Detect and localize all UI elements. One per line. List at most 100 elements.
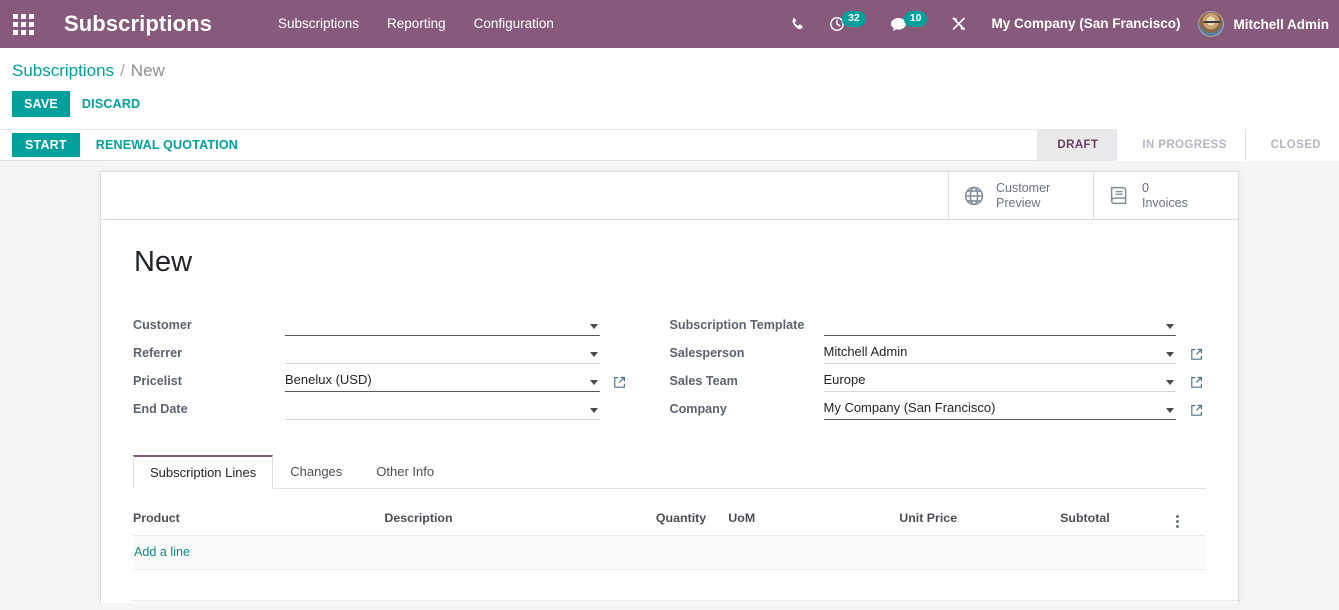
menu-item-reporting[interactable]: Reporting (373, 0, 460, 48)
tab-other-info[interactable]: Other Info (359, 455, 451, 489)
chevron-down-icon[interactable] (1166, 408, 1174, 413)
salesperson-internal-link-icon[interactable] (1186, 348, 1206, 364)
totals-strip (133, 600, 1238, 603)
menu-item-subscriptions[interactable]: Subscriptions (264, 0, 373, 48)
sales-team-value: Europe (823, 371, 866, 387)
navbar-systray: 32 10 My Company (San Francisco) Mitchel… (778, 0, 1339, 48)
chevron-down-icon[interactable] (589, 408, 598, 413)
status-bar-row: START RENEWAL QUOTATION DRAFT IN PROGRES… (0, 129, 1339, 161)
stage-status-bar: DRAFT IN PROGRESS CLOSED (1037, 129, 1339, 161)
sales-team-input[interactable]: Europe (823, 369, 1176, 392)
field-referrer-label: Referrer (133, 346, 183, 360)
avatar (1198, 11, 1225, 37)
subscription-template-input[interactable] (823, 313, 1176, 336)
messages-button[interactable]: 10 (878, 0, 940, 48)
book-icon (1108, 185, 1131, 206)
stat-button-customer-preview-text: Customer Preview (996, 181, 1050, 211)
user-name-label: Mitchell Admin (1233, 16, 1329, 32)
menu-item-configuration[interactable]: Configuration (460, 0, 568, 48)
add-a-line-link[interactable]: Add a line (134, 545, 190, 559)
stat-button-customer-preview[interactable]: Customer Preview (948, 172, 1093, 219)
chevron-down-icon[interactable] (589, 380, 598, 385)
field-sales-team-label: Sales Team (669, 374, 738, 388)
stage-in-progress[interactable]: IN PROGRESS (1116, 129, 1245, 161)
field-pricelist-label: Pricelist (133, 374, 183, 388)
salesperson-value: Mitchell Admin (823, 343, 908, 359)
breadcrumb: Subscriptions / New (0, 48, 1339, 87)
field-company-label: Company (669, 402, 727, 416)
sheet-body: New Customer Referrer Pricelist Benelux … (101, 220, 1238, 603)
discard-button[interactable]: DISCARD (70, 91, 152, 117)
start-button[interactable]: START (12, 133, 80, 157)
phone-button[interactable] (778, 0, 817, 48)
salesperson-input[interactable]: Mitchell Admin (823, 341, 1176, 364)
globe-icon (963, 185, 985, 207)
field-salesperson-label: Salesperson (669, 346, 745, 360)
debug-tools-button[interactable] (939, 0, 979, 48)
page-title: New (134, 246, 193, 278)
add-line-row[interactable]: Add a line (133, 535, 1206, 570)
chevron-down-icon[interactable] (1166, 380, 1174, 385)
column-header-quantity: Quantity (655, 489, 729, 536)
chevron-down-icon[interactable] (589, 324, 598, 329)
field-referrer: Referrer (133, 337, 630, 364)
field-customer: Customer (133, 309, 630, 336)
form-fields: Customer Referrer Pricelist Benelux (USD… (133, 309, 1206, 421)
save-button[interactable]: SAVE (12, 91, 70, 117)
notebook: Subscription Lines Changes Other Info Pr… (133, 455, 1238, 603)
chevron-down-icon[interactable] (589, 352, 598, 357)
stat-label-line1: Customer (996, 180, 1051, 195)
end-date-input[interactable] (285, 397, 600, 420)
activities-badge: 32 (842, 11, 866, 27)
user-menu[interactable]: Mitchell Admin (1192, 0, 1339, 48)
field-end-date-label: End Date (133, 402, 188, 416)
field-subscription-template: Subscription Template (670, 309, 1207, 336)
customer-input[interactable] (285, 313, 600, 336)
chevron-down-icon[interactable] (1166, 324, 1174, 329)
subscription-lines-body: Add a line (133, 535, 1206, 570)
activities-button[interactable]: 32 (817, 0, 878, 48)
pricelist-input[interactable]: Benelux (USD) (285, 369, 600, 392)
field-customer-label: Customer (133, 318, 192, 332)
add-line-cell: Add a line (133, 535, 1206, 570)
chevron-down-icon[interactable] (1166, 352, 1174, 357)
company-internal-link-icon[interactable] (1186, 404, 1206, 420)
notebook-tabs: Subscription Lines Changes Other Info (133, 455, 1206, 489)
tab-subscription-lines[interactable]: Subscription Lines (133, 455, 274, 489)
pricelist-internal-link-icon[interactable] (610, 376, 630, 392)
column-header-unit-price: Unit Price (899, 489, 1061, 536)
record-actions: SAVE DISCARD (0, 87, 1339, 129)
control-panel: Subscriptions / New SAVE DISCARD (0, 48, 1339, 129)
company-switcher[interactable]: My Company (San Francisco) (979, 0, 1192, 48)
apps-grid-icon (12, 13, 34, 35)
form-column-right: Subscription Template Salesperson Mitche… (670, 309, 1207, 421)
top-navbar: Subscriptions Subscriptions Reporting Co… (0, 0, 1339, 48)
field-pricelist: Pricelist Benelux (USD) (133, 365, 630, 392)
breadcrumb-separator: / (120, 61, 125, 80)
referrer-input[interactable] (285, 341, 600, 364)
company-input[interactable]: My Company (San Francisco) (823, 397, 1176, 420)
optional-columns-icon (1175, 515, 1179, 528)
field-salesperson: Salesperson Mitchell Admin (670, 337, 1207, 364)
lines-spacer (133, 570, 1206, 600)
form-content-area: Customer Preview 0 Invoices New Customer… (0, 161, 1339, 603)
table-header-row: Product Description Quantity UoM Unit Pr… (133, 489, 1206, 536)
stage-draft[interactable]: DRAFT (1037, 129, 1117, 161)
invoices-count: 0 (1142, 180, 1149, 195)
app-brand-title[interactable]: Subscriptions (46, 11, 228, 37)
renewal-quotation-button[interactable]: RENEWAL QUOTATION (80, 133, 254, 157)
tab-changes[interactable]: Changes (273, 455, 359, 489)
form-column-left: Customer Referrer Pricelist Benelux (USD… (133, 309, 670, 421)
invoices-label: Invoices (1142, 195, 1188, 210)
pricelist-value: Benelux (USD) (285, 371, 372, 387)
stat-button-invoices-text: 0 Invoices (1142, 181, 1188, 211)
sales-team-internal-link-icon[interactable] (1186, 376, 1206, 392)
optional-columns-dropdown[interactable] (1175, 489, 1206, 536)
column-header-subtotal: Subtotal (1060, 489, 1176, 536)
apps-menu-toggle[interactable] (0, 0, 46, 48)
stage-closed[interactable]: CLOSED (1244, 129, 1339, 161)
column-header-product: Product (133, 489, 385, 536)
record-sheet: Customer Preview 0 Invoices New Customer… (100, 171, 1239, 603)
breadcrumb-item-subscriptions[interactable]: Subscriptions (12, 61, 114, 81)
stat-button-invoices[interactable]: 0 Invoices (1093, 172, 1238, 219)
